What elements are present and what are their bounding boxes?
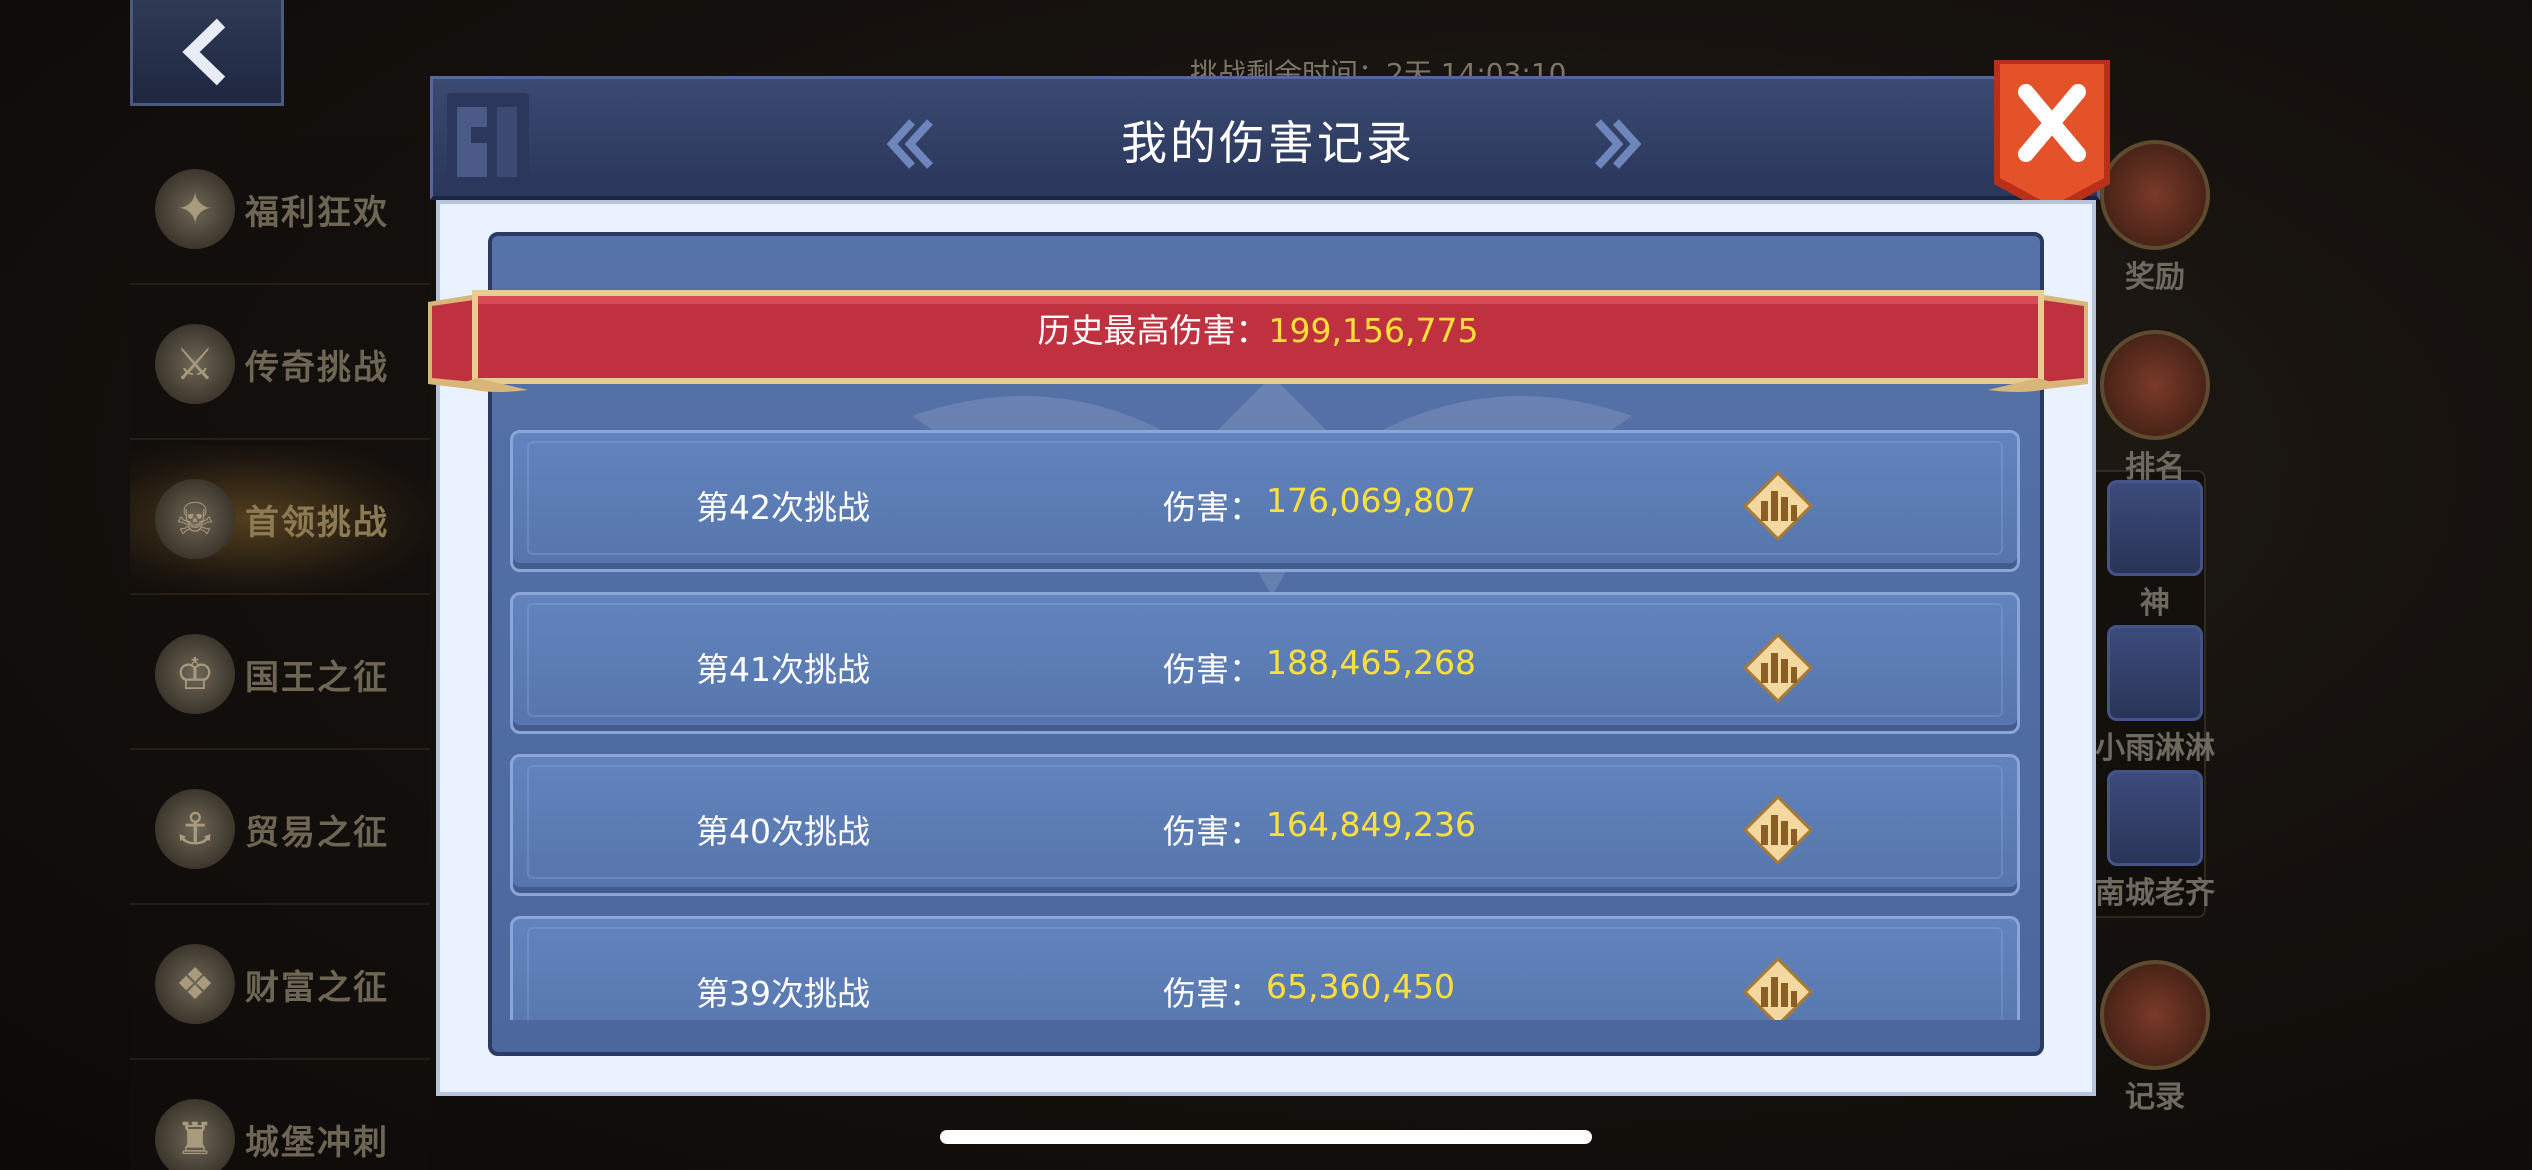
challenge-number: 第39次挑战 [696,974,870,1013]
double-chevron-left-icon [886,119,933,169]
sidebar-item-trade[interactable]: ⚓ 贸易之征 [130,755,430,905]
record-row: 第42次挑战 伤害： 176,069,807 [510,430,2020,572]
treasure-chest-icon: ❖ [155,944,235,1024]
best-damage-banner: 历史最高伤害：199,156,775 [418,272,2098,402]
avatar [2107,480,2203,576]
damage-value: 188,465,268 [1266,643,1476,682]
sidebar-item-boss[interactable]: ☠ 首领挑战 [130,445,430,595]
damage-label: 伤害： [1163,488,1262,527]
close-button[interactable] [1990,56,2114,222]
challenge-number: 第41次挑战 [696,650,870,689]
record-row: 第41次挑战 伤害： 188,465,268 [510,592,2020,734]
sidebar-item-castle[interactable]: ♜ 城堡冲刺 [130,1065,430,1170]
next-page-button[interactable] [1583,109,1653,179]
ranking-button[interactable]: 排名 [2080,330,2230,486]
modal-title: 我的伤害记录 [1121,116,1415,170]
damage-label: 伤害： [1163,974,1262,1013]
modal-header: 我的伤害记录 [430,76,2100,200]
event-sidebar: ✦ 福利狂欢 ⚔ 传奇挑战 ☠ 首领挑战 ♔ 国王之征 ⚓ 贸易之征 ❖ 财富之… [130,135,430,1170]
record-button[interactable]: 记录 [2080,960,2230,1116]
castle-icon: ♜ [155,1099,235,1170]
crown-icon: ♔ [155,634,235,714]
sidebar-item-label: 财富之征 [245,967,389,1008]
top-player-2[interactable]: 小雨淋淋 [2080,625,2230,767]
record-label: 记录 [2125,1080,2185,1115]
best-damage-label: 历史最高伤害： [1037,311,1269,350]
trade-ship-icon: ⚓ [155,789,235,869]
festival-icon: ✦ [155,169,235,249]
damage-stats-button[interactable] [1742,470,1814,542]
sidebar-item-label: 传奇挑战 [245,347,389,388]
best-damage-value: 199,156,775 [1268,311,1479,350]
damage-value: 164,849,236 [1266,805,1476,844]
challenge-number: 第42次挑战 [696,488,870,527]
prev-page-button[interactable] [875,109,945,179]
chevron-left-icon [182,18,226,85]
damage-value: 176,069,807 [1266,481,1476,520]
home-indicator[interactable] [940,1130,1592,1144]
sidebar-item-label: 国王之征 [245,657,389,698]
sidebar-item-label: 城堡冲刺 [245,1122,389,1163]
sidebar-item-king[interactable]: ♔ 国王之征 [130,600,430,750]
sidebar-item-legend[interactable]: ⚔ 传奇挑战 [130,290,430,440]
bar-chart-icon [1742,956,1814,1020]
avatar [2107,770,2203,866]
damage-stats-button[interactable] [1742,794,1814,866]
damage-value: 65,360,450 [1266,967,1455,1006]
record-row: 第39次挑战 伤害： 65,360,450 [510,916,2020,1020]
back-button[interactable] [130,0,284,106]
top-player-3[interactable]: 南城老齐 [2080,770,2230,912]
reward-label: 奖励 [2125,260,2185,295]
sidebar-item-wealth[interactable]: ❖ 财富之征 [130,910,430,1060]
damage-stats-button[interactable] [1742,956,1814,1020]
sidebar-item-label: 贸易之征 [245,812,389,853]
sidebar-item-label: 福利狂欢 [245,192,389,233]
damage-label: 伤害： [1163,650,1262,689]
sidebar-item-welfare[interactable]: ✦ 福利狂欢 [130,135,430,285]
bar-chart-icon [1742,470,1814,542]
player-name: 南城老齐 [2095,876,2215,911]
bar-chart-icon [1742,794,1814,866]
damage-label: 伤害： [1163,812,1262,851]
player-name: 神 [2140,586,2170,621]
double-chevron-right-icon [1595,119,1642,169]
sidebar-item-label: 首领挑战 [245,502,389,543]
header-emblem-icon [447,93,529,189]
bar-chart-icon [1742,632,1814,704]
damage-stats-button[interactable] [1742,632,1814,704]
record-row: 第40次挑战 伤害： 164,849,236 [510,754,2020,896]
crossed-axes-icon: ⚔ [155,324,235,404]
avatar [2107,625,2203,721]
ranking-book-icon [2100,330,2210,440]
player-name: 小雨淋淋 [2095,731,2215,766]
top-player-1[interactable]: 神 [2080,480,2230,622]
close-icon [1994,60,2110,216]
demon-skull-icon: ☠ [155,479,235,559]
best-damage-text: 历史最高伤害：199,156,775 [418,304,2098,352]
challenge-number: 第40次挑战 [696,812,870,851]
record-list[interactable]: 第42次挑战 伤害： 176,069,807 第41次挑战 伤害： 188,46… [510,430,2025,1020]
scroll-icon [2100,960,2210,1070]
reward-chest-icon [2100,140,2210,250]
